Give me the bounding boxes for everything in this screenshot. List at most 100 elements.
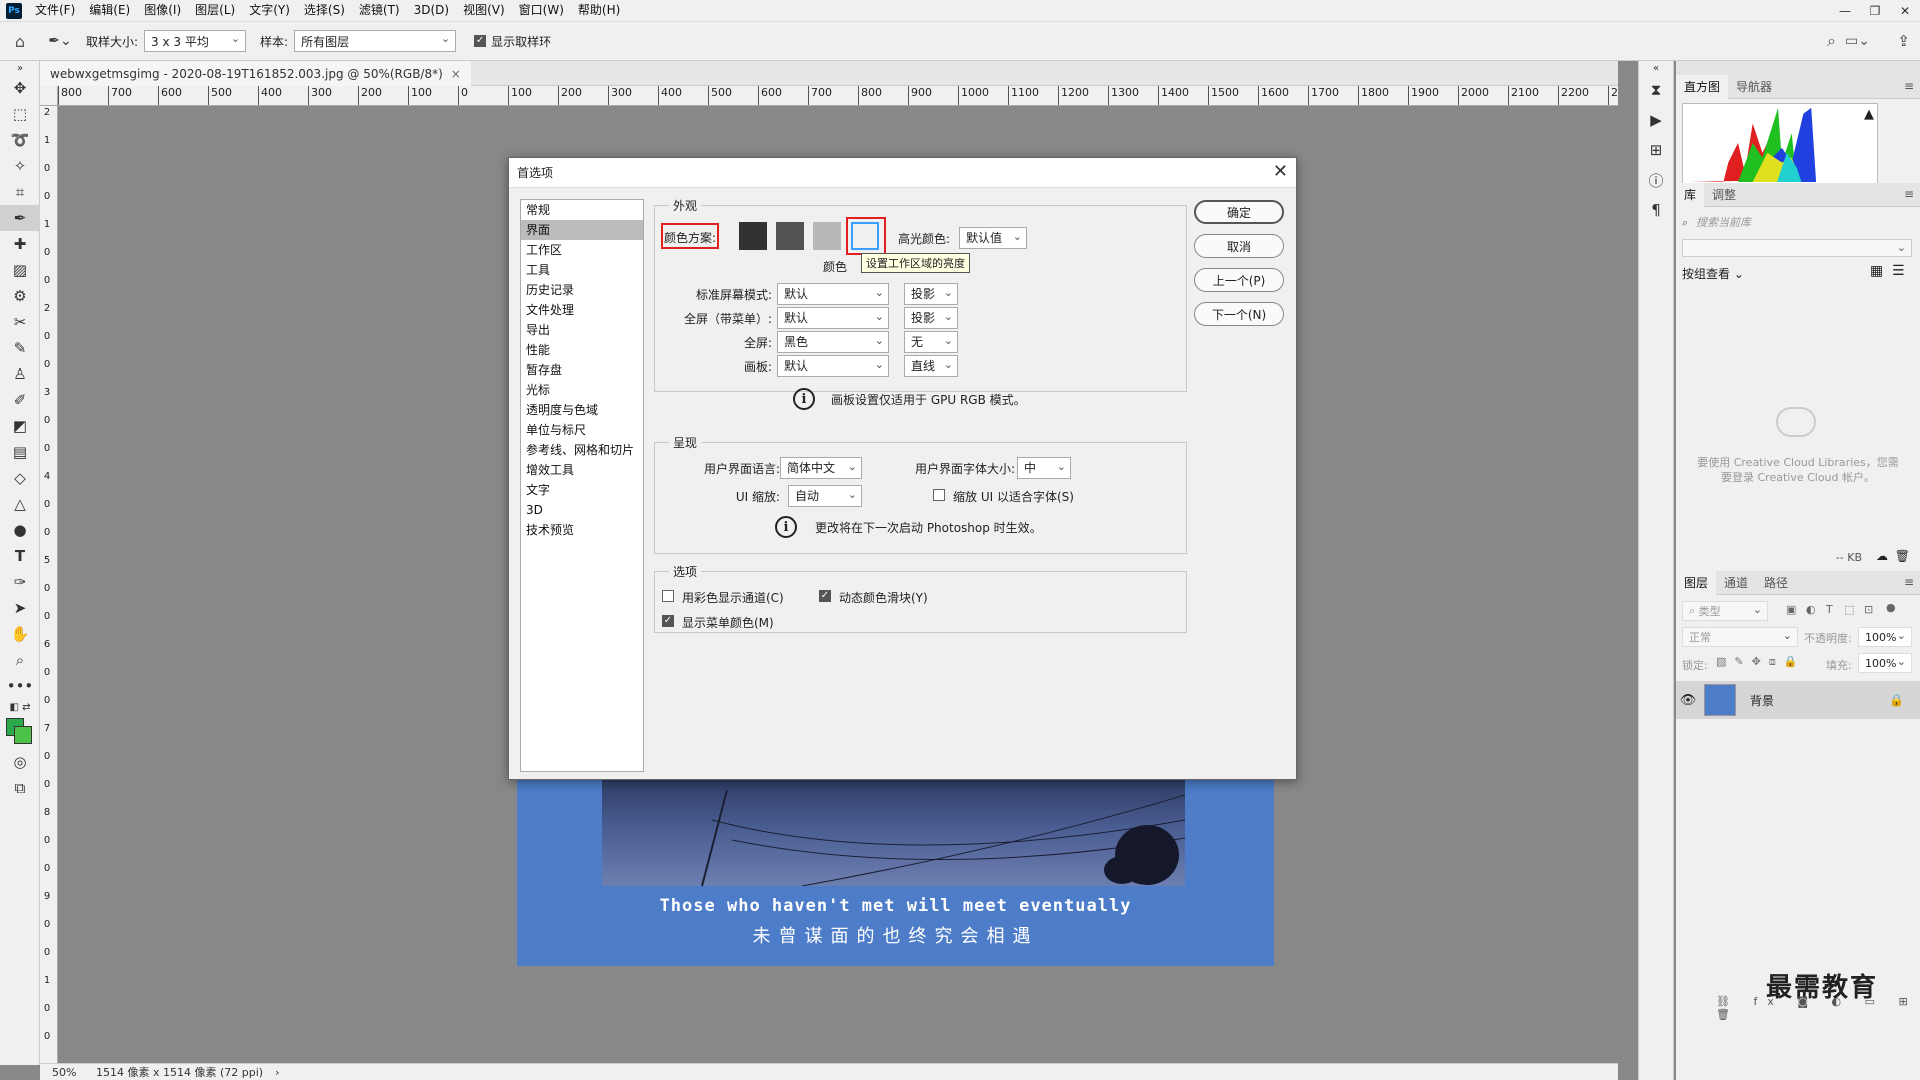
histogram-warning-icon[interactable]: ▲ bbox=[1864, 107, 1874, 122]
nav-workspace[interactable]: 工作区 bbox=[521, 240, 643, 260]
nav-file-handling[interactable]: 文件处理 bbox=[521, 300, 643, 320]
vertical-ruler[interactable]: 2 1 0 0 1 0 0 2 0 0 3 0 0 4 0 0 5 0 0 6 0 0 7 0 0 8 0 0 9 0 0 1 0 0 bbox=[40, 106, 58, 1063]
screen-mode-icon[interactable]: ⧉ bbox=[0, 775, 40, 801]
tab-channels[interactable]: 通道 bbox=[1716, 571, 1756, 595]
brush-tool-icon[interactable]: ✎ bbox=[0, 335, 40, 361]
tab-library[interactable]: 库 bbox=[1676, 182, 1705, 207]
blur-tool-icon[interactable]: ◇ bbox=[0, 465, 40, 491]
properties-panel-icon[interactable]: ⊞ bbox=[1639, 135, 1673, 165]
color-swatches[interactable] bbox=[0, 715, 40, 749]
lock-icons[interactable]: ▧✎✥⧈🔒 bbox=[1716, 655, 1806, 669]
filter-toggle-icon[interactable]: ● bbox=[1886, 601, 1896, 614]
zoom-tool-icon[interactable]: ⌕ bbox=[0, 647, 40, 673]
std-screen-select[interactable]: 默认 bbox=[777, 283, 889, 305]
filter-adjust-icon[interactable]: ◐ bbox=[1806, 603, 1816, 616]
actions-panel-icon[interactable]: ▶ bbox=[1639, 105, 1673, 135]
scissors-tool-icon[interactable]: ✂ bbox=[0, 309, 40, 335]
menu-select[interactable]: 选择(S) bbox=[297, 0, 352, 21]
nav-interface[interactable]: 界面 bbox=[521, 220, 643, 240]
tab-layers[interactable]: 图层 bbox=[1676, 570, 1717, 595]
gradient-tool-icon[interactable]: ▤ bbox=[0, 439, 40, 465]
layers-menu-icon[interactable]: ≡ bbox=[1904, 575, 1914, 589]
library-trash-icon[interactable]: 🗑 bbox=[1895, 549, 1910, 563]
fullscreen-select[interactable]: 黑色 bbox=[777, 331, 889, 353]
dynamic-sliders-checkbox[interactable]: ✓ bbox=[819, 590, 831, 602]
artboard-shadow-select[interactable]: 直线 bbox=[904, 355, 958, 377]
home-icon[interactable]: ⌂ bbox=[0, 32, 40, 51]
type-tool-icon[interactable]: T bbox=[0, 543, 40, 569]
lasso-tool-icon[interactable]: ➰ bbox=[0, 127, 40, 153]
nav-cursors[interactable]: 光标 bbox=[521, 380, 643, 400]
menu-image[interactable]: 图像(I) bbox=[137, 0, 188, 21]
more-tools-icon[interactable]: ••• bbox=[0, 673, 40, 699]
tab-histogram[interactable]: 直方图 bbox=[1676, 74, 1729, 99]
filter-type-icon[interactable]: T bbox=[1826, 603, 1833, 616]
layers-footer-icons[interactable]: ⛓ fx ◙ ◐ ▭ ⊞ 🗑 bbox=[1716, 995, 1920, 1021]
fill-field[interactable]: 100% bbox=[1858, 653, 1912, 673]
nav-history[interactable]: 历史记录 bbox=[521, 280, 643, 300]
layer-filter-select[interactable]: ⌕ 类型 bbox=[1682, 601, 1768, 621]
menu-help[interactable]: 帮助(H) bbox=[571, 0, 627, 21]
nav-tools[interactable]: 工具 bbox=[521, 260, 643, 280]
tab-paths[interactable]: 路径 bbox=[1756, 571, 1796, 595]
clone-stamp-tool-icon[interactable]: ♙ bbox=[0, 361, 40, 387]
horizontal-ruler[interactable]: 800 700 600 500 400 300 200 100 0 100 200 300 400 500… bbox=[58, 86, 1618, 106]
stamp-tool-icon[interactable]: ⚙ bbox=[0, 283, 40, 309]
dialog-close-icon[interactable]: ✕ bbox=[1273, 161, 1288, 182]
library-search-field[interactable]: ⌕ 搜索当前库 bbox=[1682, 213, 1912, 233]
nav-plugins[interactable]: 增效工具 bbox=[521, 460, 643, 480]
menu-file[interactable]: 文件(F) bbox=[28, 0, 82, 21]
nav-guides-grid[interactable]: 参考线、网格和切片 bbox=[521, 440, 643, 460]
menu-colors-checkbox[interactable]: ✓ bbox=[662, 615, 674, 627]
nav-transparency[interactable]: 透明度与色域 bbox=[521, 400, 643, 420]
paragraph-panel-icon[interactable]: ¶ bbox=[1639, 195, 1673, 225]
color-scheme-light[interactable] bbox=[813, 222, 841, 250]
sample-select[interactable]: 所有图层 bbox=[294, 30, 457, 52]
filter-shape-icon[interactable]: ⬚ bbox=[1844, 603, 1854, 616]
visibility-eye-icon[interactable]: 👁 bbox=[1676, 693, 1700, 708]
nav-units-rulers[interactable]: 单位与标尺 bbox=[521, 420, 643, 440]
dodge-tool-icon[interactable]: ● bbox=[0, 517, 40, 543]
background-color-swatch[interactable] bbox=[14, 726, 32, 744]
library-menu-icon[interactable]: ≡ bbox=[1904, 187, 1914, 201]
color-scheme-lightest[interactable] bbox=[851, 222, 879, 250]
std-screen-shadow-select[interactable]: 投影 bbox=[904, 283, 958, 305]
color-scheme-dark[interactable] bbox=[776, 222, 804, 250]
ok-button[interactable]: 确定 bbox=[1194, 200, 1284, 224]
fullscreen-shadow-select[interactable]: 无 bbox=[904, 331, 958, 353]
collapse-icon[interactable]: » bbox=[0, 61, 40, 75]
blend-mode-select[interactable]: 正常 bbox=[1682, 627, 1798, 647]
nav-export[interactable]: 导出 bbox=[521, 320, 643, 340]
healing-brush-tool-icon[interactable]: ✚ bbox=[0, 231, 40, 257]
nav-3d[interactable]: 3D bbox=[521, 500, 643, 520]
share-icon[interactable]: ⇪ bbox=[1897, 32, 1910, 50]
status-arrow-icon[interactable]: › bbox=[275, 1066, 279, 1079]
marquee-tool-icon[interactable]: ⬚ bbox=[0, 101, 40, 127]
collapse-panels-icon[interactable]: « bbox=[1639, 61, 1673, 75]
grid-view-icon[interactable]: ▦ bbox=[1870, 263, 1883, 279]
group-view-select[interactable]: 按组查看 ⌄ bbox=[1682, 265, 1744, 282]
menu-filter[interactable]: 滤镜(T) bbox=[352, 0, 407, 21]
artboard-select[interactable]: 默认 bbox=[777, 355, 889, 377]
ui-language-select[interactable]: 简体中文 bbox=[780, 457, 862, 479]
zoom-level[interactable]: 50% bbox=[40, 1066, 90, 1079]
panel-menu-icon[interactable]: ≡ bbox=[1904, 79, 1914, 93]
history-panel-icon[interactable]: ⧗ bbox=[1639, 75, 1673, 105]
swap-colors-icon[interactable]: ◧ ⇄ bbox=[0, 699, 40, 715]
close-window-button[interactable]: ✕ bbox=[1890, 0, 1920, 21]
hand-tool-icon[interactable]: ✋ bbox=[0, 621, 40, 647]
menu-type[interactable]: 文字(Y) bbox=[242, 0, 297, 21]
cancel-button[interactable]: 取消 bbox=[1194, 234, 1284, 258]
magic-wand-tool-icon[interactable]: ✧ bbox=[0, 153, 40, 179]
sample-size-select[interactable]: 3 x 3 平均 bbox=[144, 30, 247, 52]
nav-tech-previews[interactable]: 技术预览 bbox=[521, 520, 643, 540]
layer-thumbnail[interactable] bbox=[1704, 684, 1736, 716]
library-select[interactable] bbox=[1682, 239, 1912, 257]
path-selection-tool-icon[interactable]: ➤ bbox=[0, 595, 40, 621]
patch-tool-icon[interactable]: ▨ bbox=[0, 257, 40, 283]
eyedropper-tool-icon[interactable]: ✒ bbox=[0, 205, 40, 231]
close-tab-icon[interactable]: × bbox=[451, 67, 461, 81]
list-view-icon[interactable]: ☰ bbox=[1892, 263, 1905, 279]
scale-font-checkbox[interactable] bbox=[933, 489, 945, 501]
nav-scratch-disks[interactable]: 暂存盘 bbox=[521, 360, 643, 380]
